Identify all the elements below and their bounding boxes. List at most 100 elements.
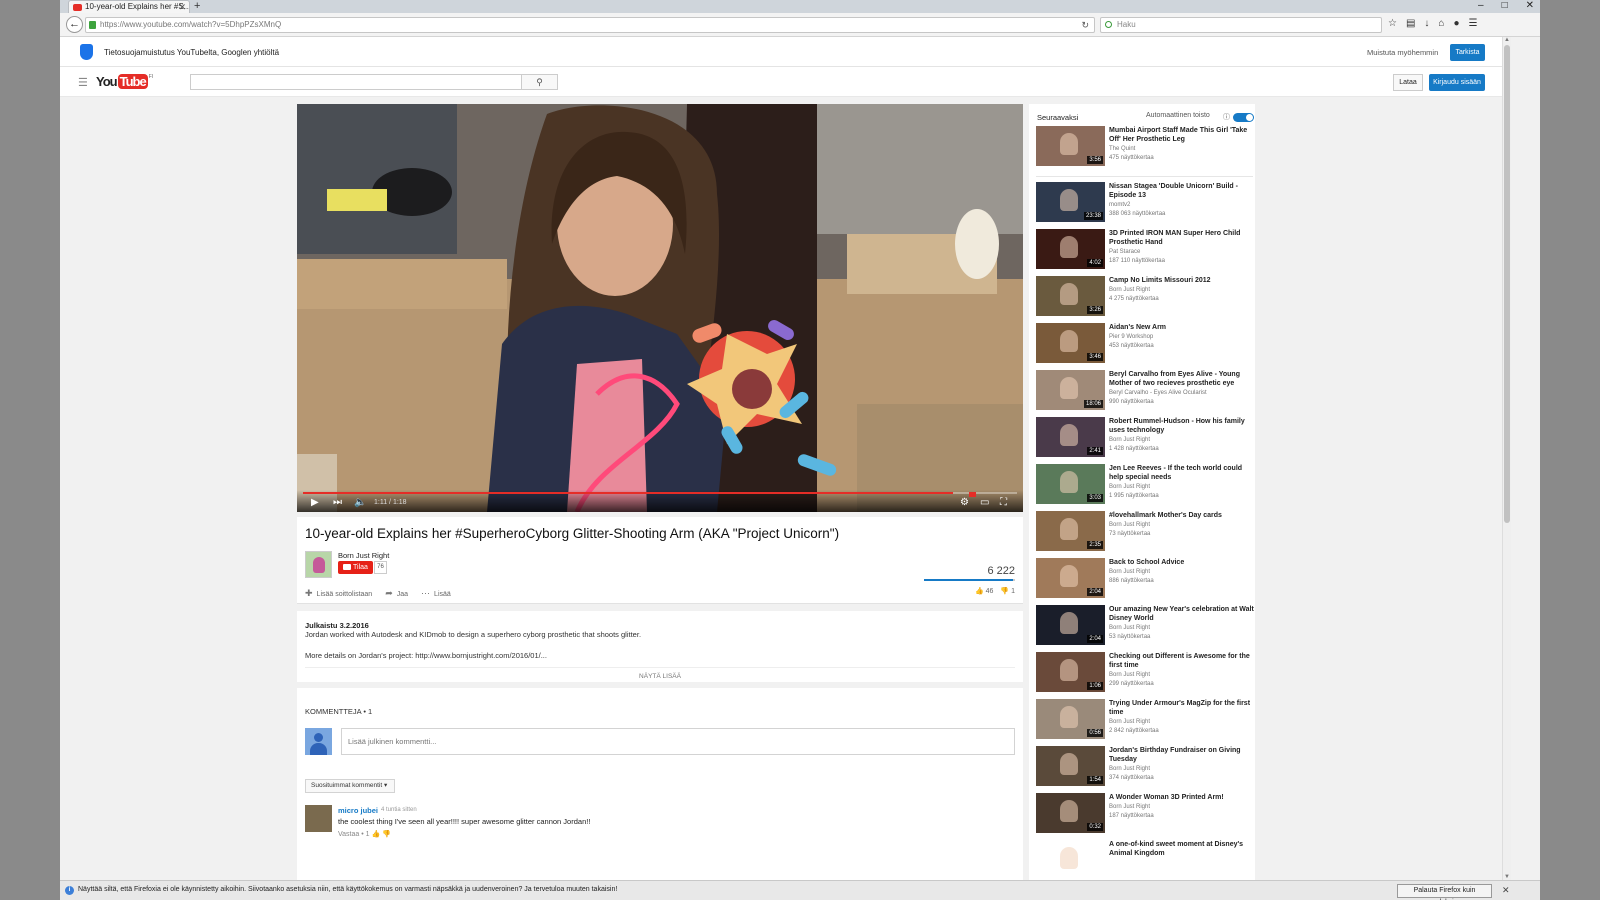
video-thumbnail[interactable]: 23:38 xyxy=(1036,182,1105,222)
recommendation-title[interactable]: Our amazing New Year's celebration at Wa… xyxy=(1109,605,1256,623)
description-link-line[interactable]: More details on Jordan's project: http:/… xyxy=(305,651,547,660)
recommendation-item[interactable]: 2:41 Robert Rummel-Hudson - How his famil… xyxy=(1036,417,1256,461)
scroll-up-icon[interactable]: ▲ xyxy=(1504,37,1510,43)
info-icon[interactable]: ⓘ xyxy=(1223,112,1230,122)
subscribe-button[interactable]: Tilaa xyxy=(338,561,373,574)
dislike-button[interactable]: 👎 1 xyxy=(1000,587,1015,595)
recommendation-item[interactable]: 18:06 Beryl Carvalho from Eyes Alive - Yo… xyxy=(1036,370,1256,414)
recommendation-title[interactable]: Trying Under Armour's MagZip for the fir… xyxy=(1109,699,1256,717)
recommendation-title[interactable]: 3D Printed IRON MAN Super Hero Child Pro… xyxy=(1109,229,1256,247)
recommendation-title[interactable]: A Wonder Woman 3D Printed Arm! xyxy=(1109,793,1256,802)
comment-like-icon[interactable]: 👍 xyxy=(371,831,380,838)
recommendation-item[interactable]: 3:46 Aidan's New Arm Pier 9 Workshop 453 nä… xyxy=(1036,323,1256,367)
youtube-search-input[interactable] xyxy=(190,74,522,90)
comment-dislike-icon[interactable]: 👎 xyxy=(382,831,391,838)
recommendation-item[interactable]: 23:38 Nissan Stagea 'Double Unicorn' Buil… xyxy=(1036,182,1256,226)
recommendation-title[interactable]: Jen Lee Reeves - If the tech world could… xyxy=(1109,464,1256,482)
recommendation-title[interactable]: Nissan Stagea 'Double Unicorn' Build - E… xyxy=(1109,182,1256,200)
remind-later-link[interactable]: Muistuta myöhemmin xyxy=(1367,48,1438,57)
browser-tab[interactable]: 10-year-old Explains her #S... ✕ xyxy=(68,0,190,13)
video-thumbnail[interactable]: 3:26 xyxy=(1036,276,1105,316)
comment-author[interactable]: micro jubei xyxy=(338,806,378,815)
recommendation-item[interactable]: 0:32 A Wonder Woman 3D Printed Arm! Born J… xyxy=(1036,793,1256,837)
notification-close-icon[interactable]: ✕ xyxy=(1502,885,1510,896)
video-player[interactable]: ▶ ⏭ 🔈 1:11 / 1:18 ⚙ ▭ ⛶ xyxy=(297,104,1023,512)
video-thumbnail[interactable]: 2:35 xyxy=(1036,511,1105,551)
video-thumbnail[interactable]: 18:06 xyxy=(1036,370,1105,410)
recommendation-item[interactable]: 2:04 Back to School Advice Born Just Right… xyxy=(1036,558,1256,602)
guide-menu-icon[interactable]: ☰ xyxy=(78,76,88,89)
recommendation-item[interactable]: A one-of-kind sweet moment at Disney's A… xyxy=(1036,840,1256,884)
recommendation-title[interactable]: A one-of-kind sweet moment at Disney's A… xyxy=(1109,840,1256,858)
comment-sort-dropdown[interactable]: Suosituimmat kommentit ▾ xyxy=(305,779,395,793)
recommendation-title[interactable]: Checking out Different is Awesome for th… xyxy=(1109,652,1256,670)
browser-search-bar[interactable]: Haku xyxy=(1100,17,1382,33)
menu-icon[interactable]: ☰ xyxy=(1469,18,1478,29)
recommendation-item[interactable]: 1:54 Jordan's Birthday Fundraiser on Givi… xyxy=(1036,746,1256,790)
video-thumbnail[interactable]: 2:04 xyxy=(1036,605,1105,645)
comment-input[interactable] xyxy=(341,728,1015,755)
video-thumbnail[interactable]: 0:32 xyxy=(1036,793,1105,833)
recommendation-item[interactable]: 3:03 Jen Lee Reeves - If the tech world c… xyxy=(1036,464,1256,508)
recommendation-item[interactable]: 2:35 #lovehallmark Mother's Day cards Born… xyxy=(1036,511,1256,555)
share-button[interactable]: ➦ Jaa xyxy=(385,588,408,599)
fullscreen-icon[interactable]: ⛶ xyxy=(1000,497,1007,509)
video-thumbnail[interactable]: 4:02 xyxy=(1036,229,1105,269)
video-thumbnail[interactable]: 3:46 xyxy=(1036,323,1105,363)
upload-button[interactable]: Lataa xyxy=(1393,74,1423,91)
minimize-button[interactable]: – xyxy=(1478,0,1484,13)
recommendation-title[interactable]: Beryl Carvalho from Eyes Alive - Young M… xyxy=(1109,370,1256,388)
more-button[interactable]: ⋯ Lisää xyxy=(421,588,451,599)
refresh-firefox-button[interactable]: Palauta Firefox kuin uudeksi... xyxy=(1397,884,1492,900)
comment-time[interactable]: 4 tuntia sitten xyxy=(381,807,417,813)
recommendation-title[interactable]: Aidan's New Arm xyxy=(1109,323,1256,332)
window-close-button[interactable]: ✕ xyxy=(1526,0,1534,13)
recommendation-title[interactable]: Camp No Limits Missouri 2012 xyxy=(1109,276,1256,285)
recommendation-item[interactable]: 3:26 Camp No Limits Missouri 2012 Born Jus… xyxy=(1036,276,1256,320)
recommendation-item[interactable]: 3:56 Mumbai Airport Staff Made This Girl … xyxy=(1036,126,1256,170)
youtube-logo[interactable]: You Tube FI xyxy=(96,74,153,89)
bookmarks-list-icon[interactable]: ▤ xyxy=(1406,18,1415,29)
tab-close-icon[interactable]: ✕ xyxy=(178,1,186,13)
video-thumbnail[interactable]: 0:56 xyxy=(1036,699,1105,739)
back-button[interactable]: ← xyxy=(66,16,83,33)
recommendation-item[interactable]: 1:06 Checking out Different is Awesome fo… xyxy=(1036,652,1256,696)
sign-in-button[interactable]: Kirjaudu sisään xyxy=(1429,74,1485,91)
video-thumbnail[interactable]: 3:03 xyxy=(1036,464,1105,504)
channel-avatar[interactable] xyxy=(305,551,332,578)
video-thumbnail[interactable]: 1:06 xyxy=(1036,652,1105,692)
recommendation-title[interactable]: Back to School Advice xyxy=(1109,558,1256,567)
progress-bar[interactable] xyxy=(303,492,1017,494)
recommendation-item[interactable]: 4:02 3D Printed IRON MAN Super Hero Child… xyxy=(1036,229,1256,273)
commenter-avatar[interactable] xyxy=(305,805,332,832)
recommendation-title[interactable]: Mumbai Airport Staff Made This Girl 'Tak… xyxy=(1109,126,1256,144)
privacy-check-button[interactable]: Tarkista xyxy=(1450,44,1485,61)
recommendation-title[interactable]: #lovehallmark Mother's Day cards xyxy=(1109,511,1256,520)
settings-gear-icon[interactable]: ⚙ xyxy=(960,497,969,509)
video-thumbnail[interactable]: 3:56 xyxy=(1036,126,1105,166)
video-thumbnail[interactable]: 2:41 xyxy=(1036,417,1105,457)
next-icon[interactable]: ⏭ xyxy=(333,497,342,509)
new-tab-button[interactable]: + xyxy=(194,0,200,12)
reply-button[interactable]: Vastaa • 1 xyxy=(338,831,370,838)
add-to-playlist-button[interactable]: ✚ Lisää soittolistaan xyxy=(305,588,372,599)
theater-mode-icon[interactable]: ▭ xyxy=(980,497,989,509)
video-thumbnail[interactable]: 2:04 xyxy=(1036,558,1105,598)
recommendation-title[interactable]: Robert Rummel-Hudson - How his family us… xyxy=(1109,417,1256,435)
recommendation-title[interactable]: Jordan's Birthday Fundraiser on Giving T… xyxy=(1109,746,1256,764)
like-button[interactable]: 👍 46 xyxy=(975,587,993,595)
video-thumbnail[interactable] xyxy=(1036,840,1105,880)
youtube-search-button[interactable]: ⚲ xyxy=(521,74,558,90)
scrollbar-thumb[interactable] xyxy=(1504,45,1510,523)
autoplay-toggle[interactable] xyxy=(1233,113,1254,122)
volume-icon[interactable]: 🔈 xyxy=(354,497,366,509)
play-icon[interactable]: ▶ xyxy=(311,497,319,509)
show-more-button[interactable]: NÄYTÄ LISÄÄ xyxy=(305,667,1015,680)
page-scrollbar[interactable]: ▲ ▼ xyxy=(1502,37,1511,880)
recommendation-item[interactable]: 0:56 Trying Under Armour's MagZip for the… xyxy=(1036,699,1256,743)
reload-icon[interactable]: ↻ xyxy=(1081,18,1089,32)
url-bar[interactable]: https://www.youtube.com/watch?v=5DhpPZsX… xyxy=(85,17,1095,33)
bookmark-star-icon[interactable]: ☆ xyxy=(1388,18,1397,29)
chat-icon[interactable]: ● xyxy=(1453,18,1459,29)
home-icon[interactable]: ⌂ xyxy=(1438,18,1444,29)
